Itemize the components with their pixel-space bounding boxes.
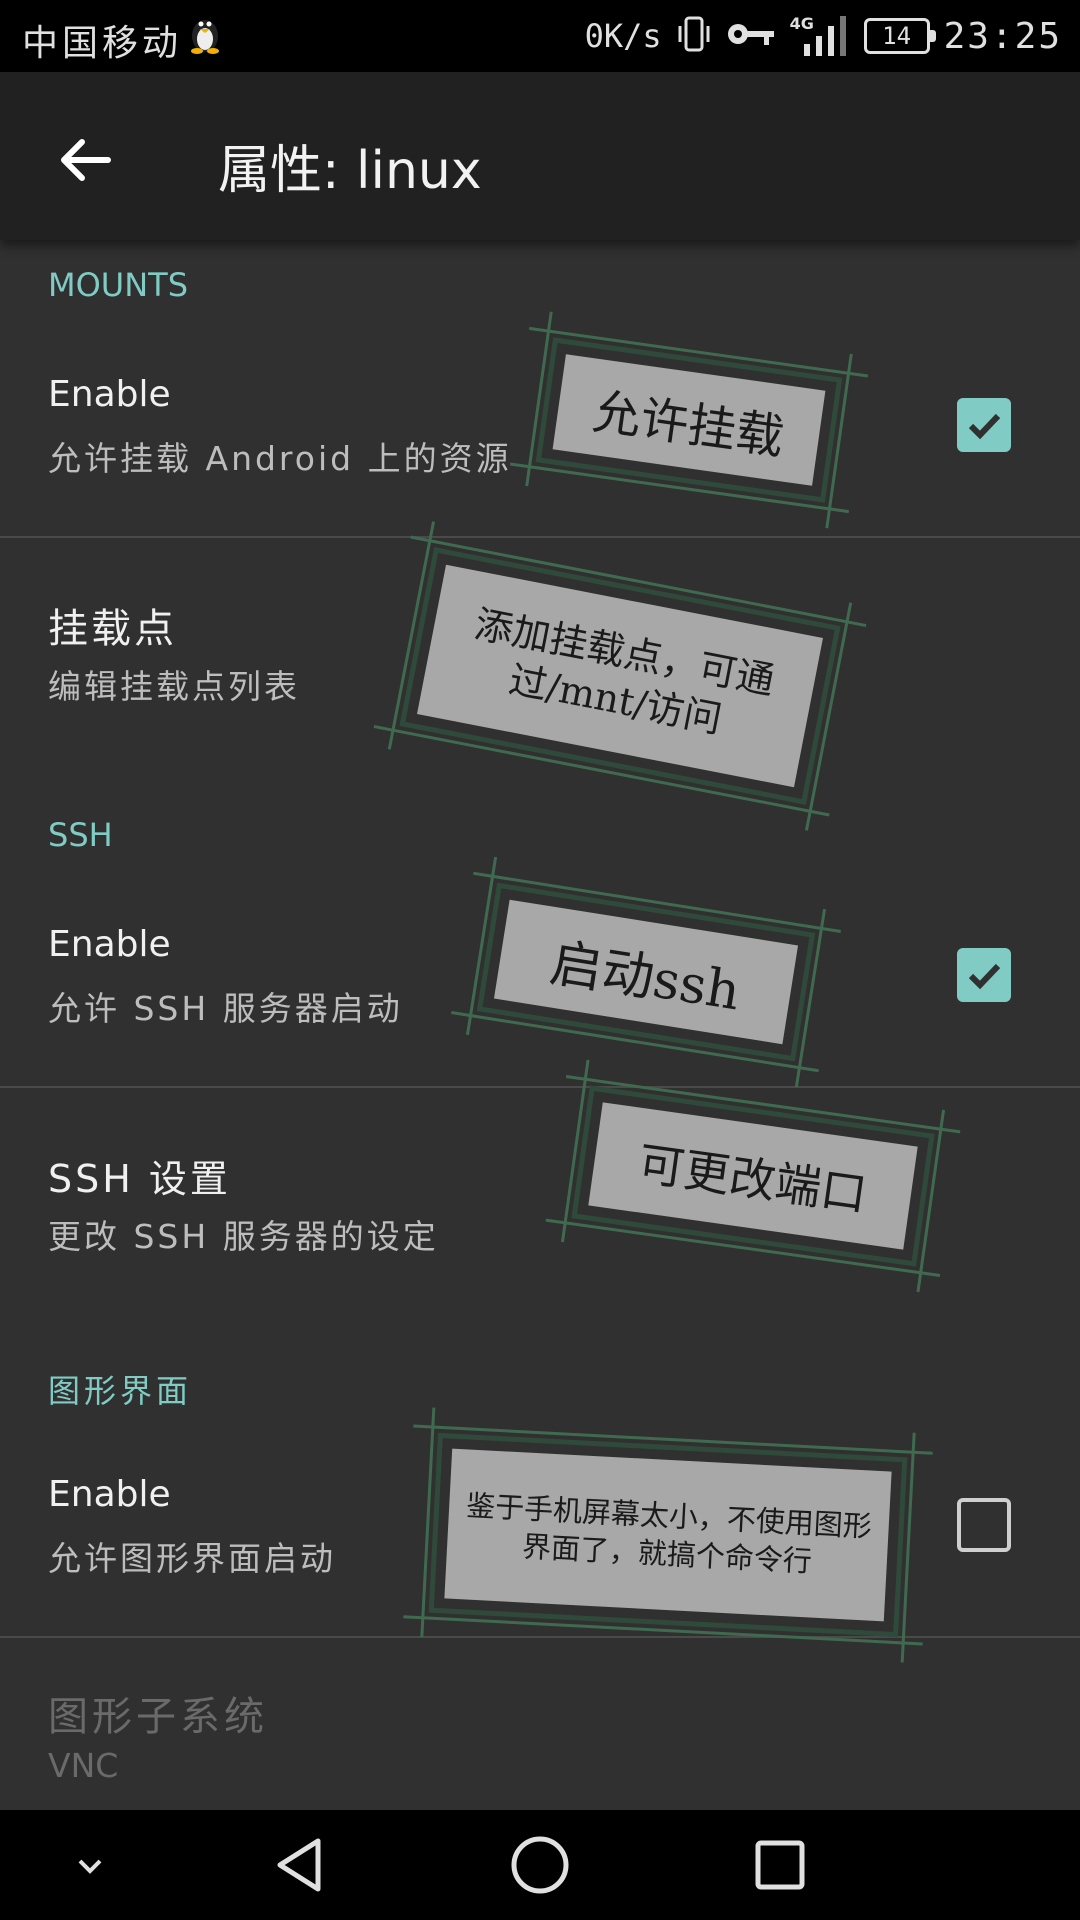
pref-summary: 允许挂载 Android 上的资源 — [48, 439, 512, 478]
pref-summary: 更改 SSH 服务器的设定 — [48, 1217, 439, 1256]
section-header-mounts: MOUNTS — [48, 266, 189, 304]
arrow-left-icon — [61, 139, 111, 181]
vibrate-icon — [676, 14, 712, 58]
carrier-name: 中国移动 — [22, 23, 183, 64]
annotation-stamp: 鉴于手机屏幕太小，不使用图形界面了，就搞个命令行 — [403, 1431, 923, 1663]
check-icon — [968, 963, 1001, 990]
pref-title: Enable — [48, 924, 171, 965]
status-bar: 中国移动 0K/s 4G 14 23:25 — [0, 0, 1080, 72]
pref-title: 图形子系统 — [48, 1694, 268, 1740]
preferences-list: MOUNTS Enable 允许挂载 Android 上的资源 挂载点 编辑挂载… — [0, 240, 1080, 1810]
mounts-enable-checkbox[interactable] — [957, 398, 1011, 452]
battery-level: 14 — [882, 22, 912, 50]
section-header-ssh: SSH — [48, 816, 113, 854]
signal-icon: 4G — [790, 14, 850, 58]
pref-summary: 允许 SSH 服务器启动 — [48, 989, 403, 1028]
annotation-text: 鉴于手机屏幕太小，不使用图形界面了，就搞个命令行 — [465, 1488, 873, 1579]
section-header-gui: 图形界面 — [48, 1372, 193, 1410]
nav-back-button[interactable] — [260, 1830, 340, 1900]
pref-title: Enable — [48, 374, 171, 415]
pref-gui-subsystem: 图形子系统 VNC — [0, 1638, 1080, 1810]
pref-ssh-settings[interactable]: SSH 设置 更改 SSH 服务器的设定 — [0, 1088, 1080, 1278]
pref-title: 挂载点 — [48, 606, 177, 652]
battery-icon: 14 — [863, 18, 936, 54]
pref-title: Enable — [48, 1474, 171, 1515]
chevron-down-icon — [78, 1859, 102, 1874]
check-icon — [968, 413, 1001, 440]
navigation-bar — [0, 1810, 1080, 1920]
back-button[interactable] — [40, 116, 128, 204]
circle-home-icon — [511, 1836, 569, 1894]
gui-enable-checkbox[interactable] — [957, 1498, 1011, 1552]
net-speed: 0K/s — [584, 17, 662, 55]
pref-summary: 允许图形界面启动 — [48, 1539, 336, 1578]
app-bar: 属性: linux — [0, 72, 1080, 240]
pref-title: SSH 设置 — [48, 1157, 231, 1201]
square-recents-icon — [755, 1840, 805, 1890]
penguin-icon — [188, 14, 222, 58]
annotation-text: 启动ssh — [546, 932, 745, 1022]
annotation-text: 允许挂载 — [589, 383, 788, 467]
ssh-enable-checkbox[interactable] — [957, 948, 1011, 1002]
triangle-back-icon — [277, 1838, 321, 1892]
collapse-button[interactable] — [50, 1830, 130, 1900]
key-icon — [726, 19, 776, 53]
nav-recents-button[interactable] — [740, 1830, 820, 1900]
page-title: 属性: linux — [218, 141, 482, 201]
annotation-text: 可更改端口 — [634, 1136, 871, 1222]
pref-summary: 编辑挂载点列表 — [48, 667, 300, 706]
clock: 23:25 — [943, 15, 1062, 57]
pref-summary: VNC — [48, 1746, 119, 1785]
nav-home-button[interactable] — [500, 1830, 580, 1900]
